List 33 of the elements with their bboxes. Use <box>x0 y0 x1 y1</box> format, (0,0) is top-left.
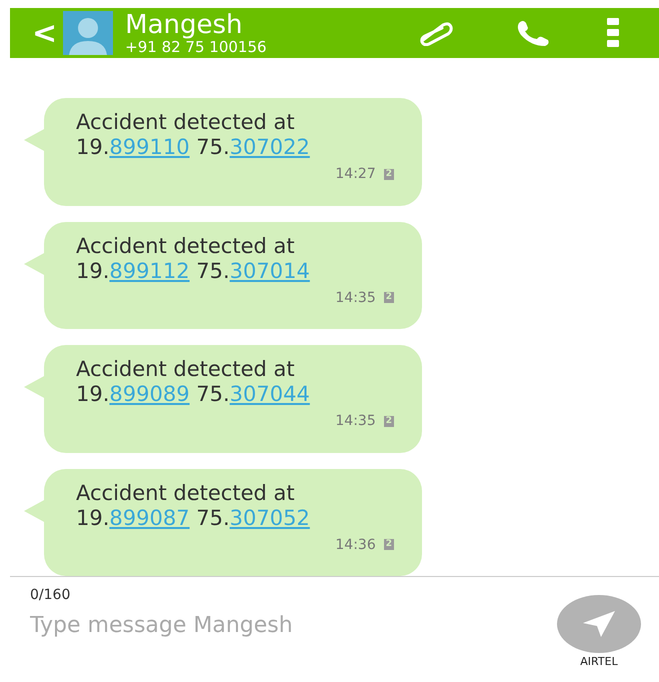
message-time: 14:36 <box>335 536 376 552</box>
number-link[interactable]: 307022 <box>230 135 310 159</box>
message-time: 14:35 <box>335 290 376 306</box>
send-icon <box>583 611 615 637</box>
avatar-icon <box>63 11 114 55</box>
message-text: Accident detected at <box>76 480 296 506</box>
contact-name: Mangesh <box>125 11 244 39</box>
sim-badge: 2 <box>384 292 394 303</box>
coordinates-text: 19.899110 75.307022 <box>76 135 311 160</box>
sim-label: AIRTEL <box>580 655 618 668</box>
number-link[interactable]: 899089 <box>109 382 190 406</box>
number-link[interactable]: 307044 <box>230 382 310 406</box>
message-text: Accident detected at <box>76 234 296 258</box>
message-text: Accident detected at <box>76 110 296 135</box>
coordinates-text: 19.899112 75.307014 <box>76 258 311 284</box>
contact-number: +91 82 75 100156 <box>125 39 268 55</box>
message-time: 14:27 <box>335 166 376 182</box>
number-link[interactable]: 899087 <box>109 506 190 530</box>
character-counter: 0/160 <box>30 587 72 603</box>
back-button[interactable]: < <box>10 16 64 50</box>
number-link[interactable]: 307014 <box>230 258 310 282</box>
menu-icon[interactable] <box>607 18 620 48</box>
number-link[interactable]: 899110 <box>109 135 190 159</box>
number-link[interactable]: 307052 <box>230 506 310 530</box>
message-time: 14:35 <box>335 413 376 429</box>
coordinates-text: 19.899089 75.307044 <box>76 382 311 407</box>
sim-badge: 2 <box>384 168 394 180</box>
sim-badge: 2 <box>384 416 394 426</box>
coordinates-text: 19.899087 75.307052 <box>76 506 311 530</box>
phone-icon[interactable] <box>515 19 552 47</box>
number-link[interactable]: 899112 <box>109 258 190 282</box>
message-text: Accident detected at <box>76 357 296 382</box>
sim-badge: 2 <box>384 539 394 550</box>
